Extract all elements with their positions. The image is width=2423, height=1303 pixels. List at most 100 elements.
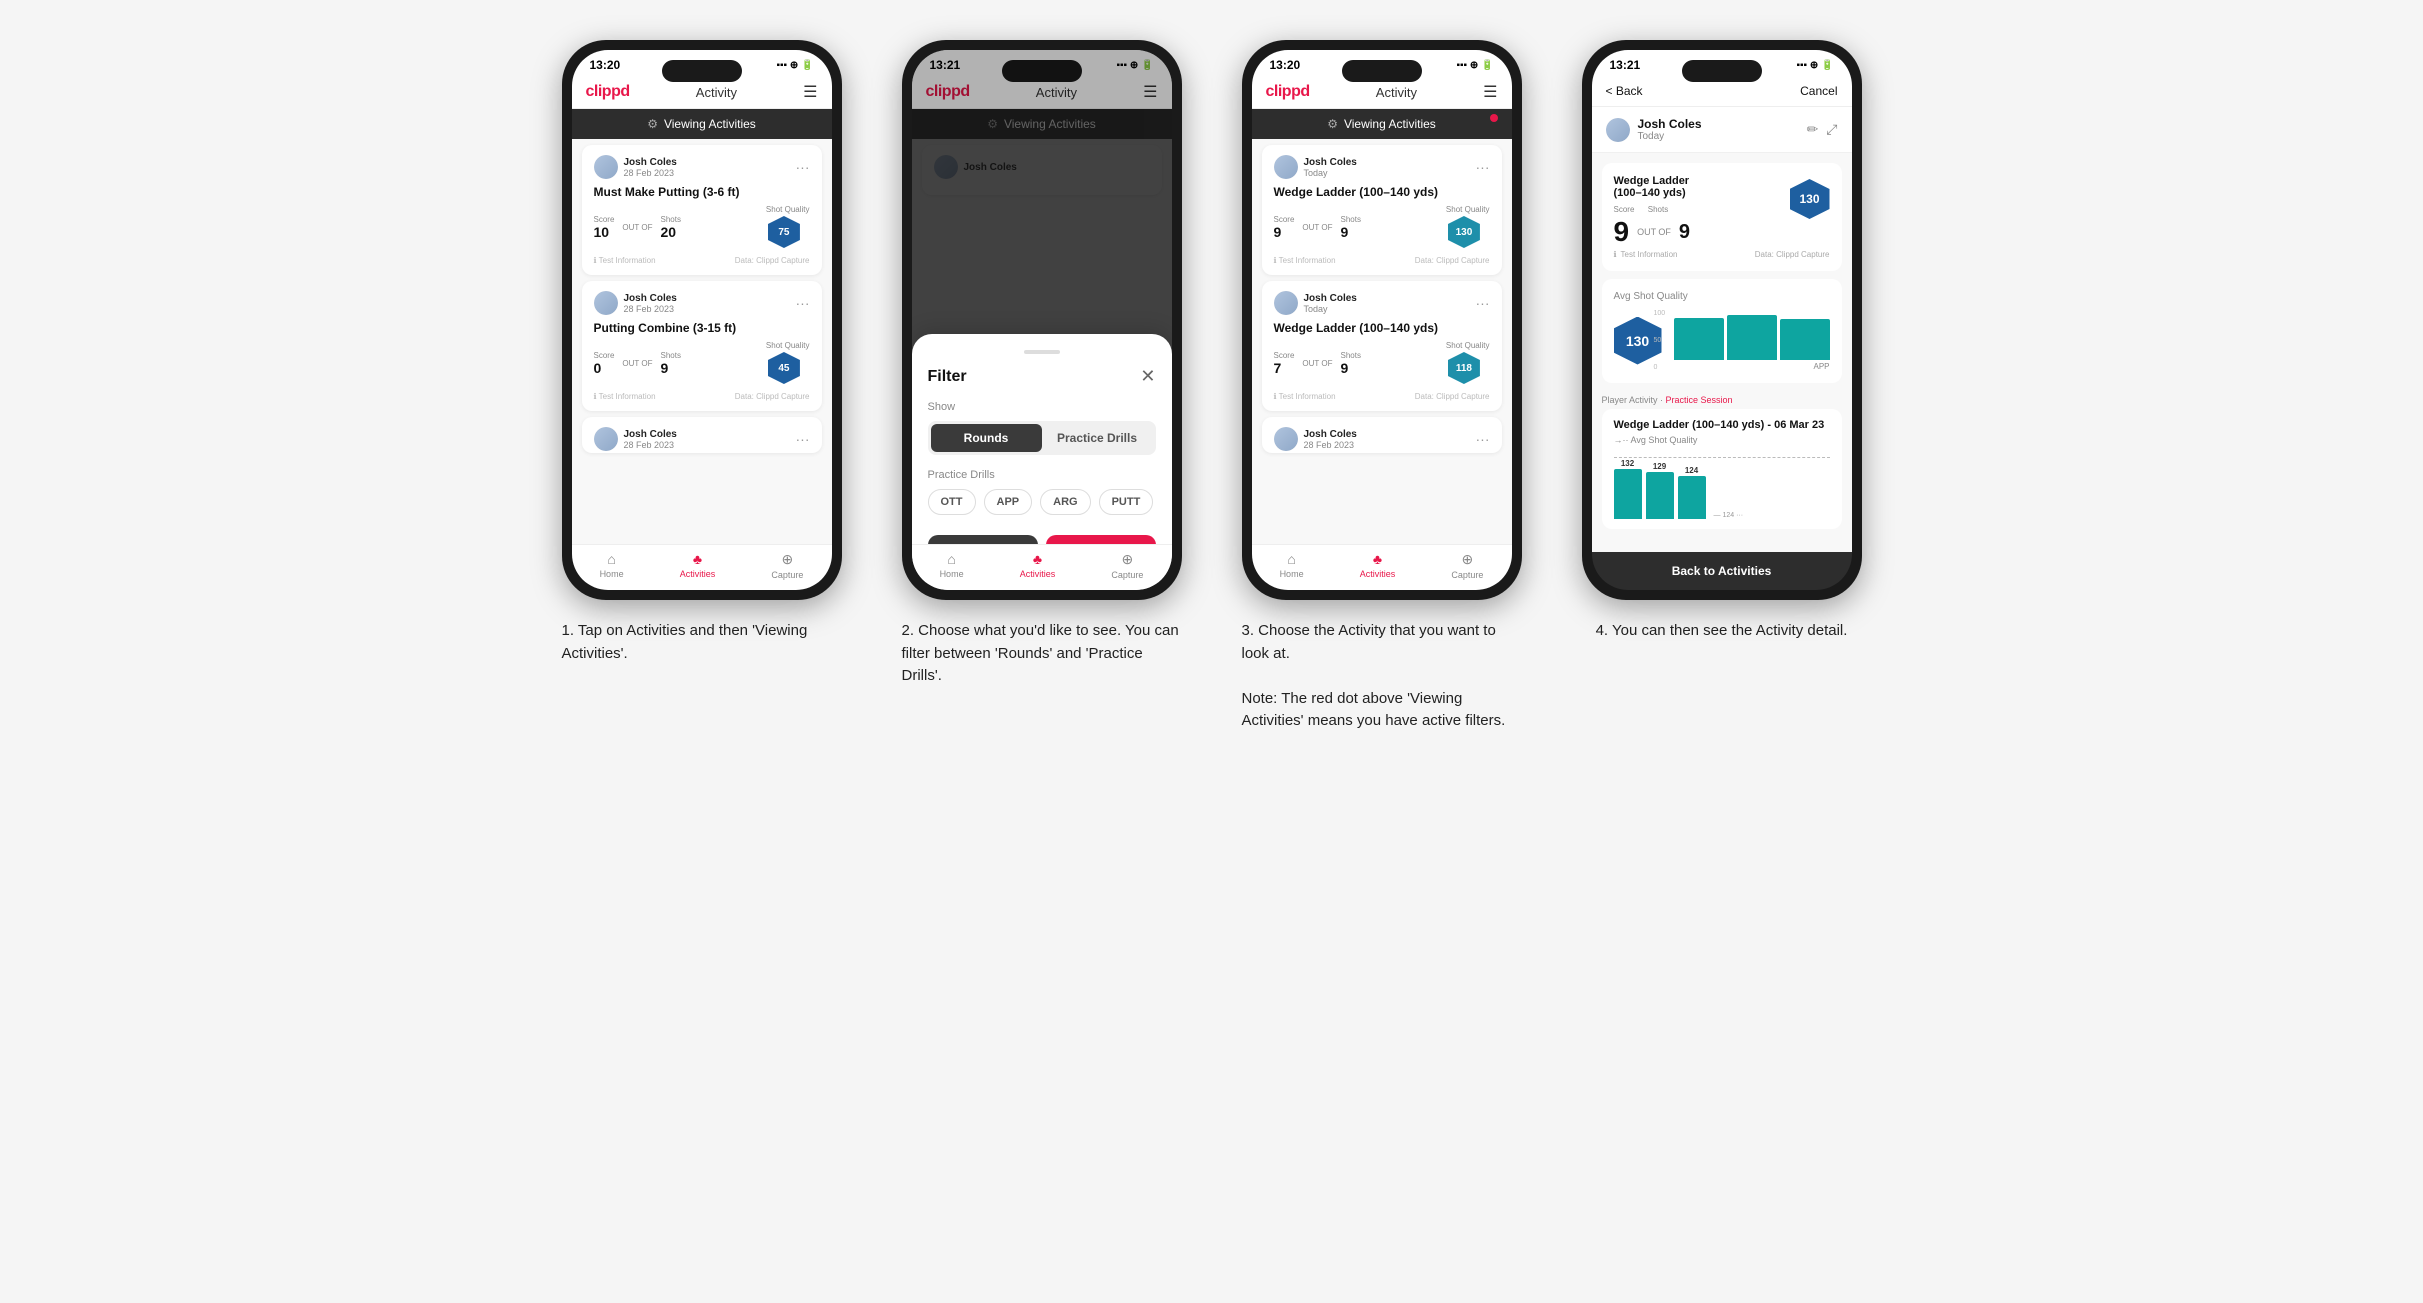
nav-home-2[interactable]: ⌂ Home xyxy=(940,551,964,580)
share-icon[interactable]: ⤢ xyxy=(1826,121,1837,138)
avg-sq-row: 130 100500 APP xyxy=(1614,310,1830,371)
back-to-activities-button[interactable]: Back to Activities xyxy=(1592,552,1852,590)
activity-item-3c: Josh Coles 28 Feb 2023 ··· xyxy=(1262,417,1502,453)
filter-header: Filter ✕ xyxy=(928,366,1156,387)
status-bar-3: 13:20 ▪▪▪ ⊕ 🔋 xyxy=(1252,50,1512,76)
wedge-bar-2 xyxy=(1646,472,1674,519)
viewing-bar-text-3: Viewing Activities xyxy=(1344,117,1436,131)
nav-activities-3[interactable]: ♣ Activities xyxy=(1360,551,1396,580)
more-options-3c[interactable]: ··· xyxy=(1476,431,1490,447)
phone-column-1: 13:20 ▪▪▪ ⊕ 🔋 clippd Activity ☰ ⚙ Viewin… xyxy=(547,40,857,665)
bottom-nav-1: ⌂ Home ♣ Activities ⊕ Capture xyxy=(572,544,832,590)
phone-frame-2: 13:21 ▪▪▪ ⊕ 🔋 clippd Activity ☰ ⚙ Viewin… xyxy=(902,40,1182,600)
sq-badge-3b: 118 xyxy=(1448,352,1480,384)
cancel-button[interactable]: Cancel xyxy=(1800,84,1837,98)
nav-home-1[interactable]: ⌂ Home xyxy=(600,551,624,580)
wedge-chart-title: Wedge Ladder (100–140 yds) - 06 Mar 23 xyxy=(1614,419,1830,431)
activity-item-1b[interactable]: Josh Coles 28 Feb 2023 ··· Putting Combi… xyxy=(582,281,822,411)
more-options-3b[interactable]: ··· xyxy=(1476,295,1490,311)
activity-list-1: Josh Coles 28 Feb 2023 ··· Must Make Put… xyxy=(572,139,832,544)
nav-capture-label-2: Capture xyxy=(1111,570,1143,580)
phone-column-4: 13:21 ▪▪▪ ⊕ 🔋 < Back Cancel Josh Coles xyxy=(1567,40,1877,643)
hamburger-icon-3[interactable]: ☰ xyxy=(1483,82,1497,102)
capture-icon-3: ⊕ xyxy=(1462,551,1474,568)
wedge-bar-1 xyxy=(1614,469,1642,519)
avatar-3c xyxy=(1274,427,1298,451)
back-button[interactable]: < Back xyxy=(1606,84,1643,98)
detail-score-row: 9 OUT OF 9 xyxy=(1614,218,1790,246)
logo-1: clippd xyxy=(586,83,630,101)
bottom-nav-3: ⌂ Home ♣ Activities ⊕ Capture xyxy=(1252,544,1512,590)
drill-arg[interactable]: ARG xyxy=(1040,489,1090,515)
modal-handle xyxy=(1024,350,1060,354)
sq-badge-1b: 45 xyxy=(768,352,800,384)
avatar-1b xyxy=(594,291,618,315)
viewing-bar-1[interactable]: ⚙ Viewing Activities xyxy=(572,109,832,139)
more-options-1b[interactable]: ··· xyxy=(796,295,810,311)
edit-icon[interactable]: ✏ xyxy=(1807,121,1819,138)
more-options-1a[interactable]: ··· xyxy=(796,159,810,175)
score-label-1a: Score xyxy=(594,215,615,224)
nav-capture-label-3: Capture xyxy=(1451,570,1483,580)
user-date-1c: 28 Feb 2023 xyxy=(624,440,677,450)
notch-4 xyxy=(1682,60,1762,82)
activity-item-3b[interactable]: Josh Coles Today ··· Wedge Ladder (100–1… xyxy=(1262,281,1502,411)
status-bar-1: 13:20 ▪▪▪ ⊕ 🔋 xyxy=(572,50,832,76)
drill-ott[interactable]: OTT xyxy=(928,489,976,515)
score-label-3b: Score xyxy=(1274,351,1295,360)
nav-home-3[interactable]: ⌂ Home xyxy=(1280,551,1304,580)
nav-capture-1[interactable]: ⊕ Capture xyxy=(771,551,803,580)
score-val-1b: 0 xyxy=(594,360,615,376)
status-icons-4: ▪▪▪ ⊕ 🔋 xyxy=(1796,60,1833,71)
user-info-1b: Josh Coles 28 Feb 2023 xyxy=(594,291,677,315)
header-title-1: Activity xyxy=(696,85,737,100)
user-date-1a: 28 Feb 2023 xyxy=(624,168,677,178)
activities-icon-2: ♣ xyxy=(1033,551,1042,567)
bar-1 xyxy=(1674,318,1724,361)
nav-capture-2[interactable]: ⊕ Capture xyxy=(1111,551,1143,580)
tab-practice-drills[interactable]: Practice Drills xyxy=(1042,424,1153,452)
phone-column-3: 13:20 ▪▪▪ ⊕ 🔋 clippd Activity ☰ ⚙ Viewin… xyxy=(1227,40,1537,733)
activity-item-3a[interactable]: Josh Coles Today ··· Wedge Ladder (100–1… xyxy=(1262,145,1502,275)
main-score-card: Wedge Ladder(100–140 yds) Score Shots 9 … xyxy=(1602,163,1842,271)
more-options-3a[interactable]: ··· xyxy=(1476,159,1490,175)
red-dot-3 xyxy=(1490,114,1498,122)
hamburger-icon-1[interactable]: ☰ xyxy=(803,82,817,102)
user-name-3b: Josh Coles xyxy=(1304,293,1357,304)
score-val-1a: 10 xyxy=(594,224,615,240)
sq-hex-1b: 45 xyxy=(766,350,802,386)
drill-putt[interactable]: PUTT xyxy=(1099,489,1154,515)
user-info-1c: Josh Coles 28 Feb 2023 xyxy=(594,427,677,451)
activity-item-1a[interactable]: Josh Coles 28 Feb 2023 ··· Must Make Put… xyxy=(582,145,822,275)
viewing-bar-3[interactable]: ⚙ Viewing Activities xyxy=(1252,109,1512,139)
caption-3: 3. Choose the Activity that you want to … xyxy=(1242,620,1522,733)
user-date-3a: Today xyxy=(1304,168,1357,178)
drill-app[interactable]: APP xyxy=(984,489,1033,515)
data-label-3a: Data: Clippd Capture xyxy=(1415,256,1490,265)
user-name-3c: Josh Coles xyxy=(1304,429,1357,440)
nav-capture-3[interactable]: ⊕ Capture xyxy=(1451,551,1483,580)
tab-rounds[interactable]: Rounds xyxy=(931,424,1042,452)
shots-label-1b: Shots xyxy=(660,351,680,360)
outof-3a: OUT OF xyxy=(1302,223,1332,232)
nav-activities-1[interactable]: ♣ Activities xyxy=(680,551,716,580)
caption-1: 1. Tap on Activities and then 'Viewing A… xyxy=(562,620,842,665)
status-icons-1: ▪▪▪ ⊕ 🔋 xyxy=(776,60,813,71)
detail-user-info: Josh Coles Today xyxy=(1606,117,1702,142)
detail-shots-val: 9 xyxy=(1679,221,1690,244)
close-button[interactable]: ✕ xyxy=(1140,366,1155,387)
more-options-1c[interactable]: ··· xyxy=(796,431,810,447)
capture-icon-2: ⊕ xyxy=(1122,551,1134,568)
user-date-1b: 28 Feb 2023 xyxy=(624,304,677,314)
avatar-1a xyxy=(594,155,618,179)
sq-hex-1a: 75 xyxy=(766,214,802,250)
detail-test-info: ℹTest InformationData: Clippd Capture xyxy=(1614,250,1830,259)
shots-label-3b: Shots xyxy=(1340,351,1360,360)
score-label-3a: Score xyxy=(1274,215,1295,224)
activity-title-1a: Must Make Putting (3-6 ft) xyxy=(594,185,810,199)
nav-activities-2[interactable]: ♣ Activities xyxy=(1020,551,1056,580)
activity-title-3b: Wedge Ladder (100–140 yds) xyxy=(1274,321,1490,335)
filter-title: Filter xyxy=(928,368,967,386)
detail-user-date: Today xyxy=(1638,131,1702,142)
practice-session-link[interactable]: Practice Session xyxy=(1666,395,1733,405)
